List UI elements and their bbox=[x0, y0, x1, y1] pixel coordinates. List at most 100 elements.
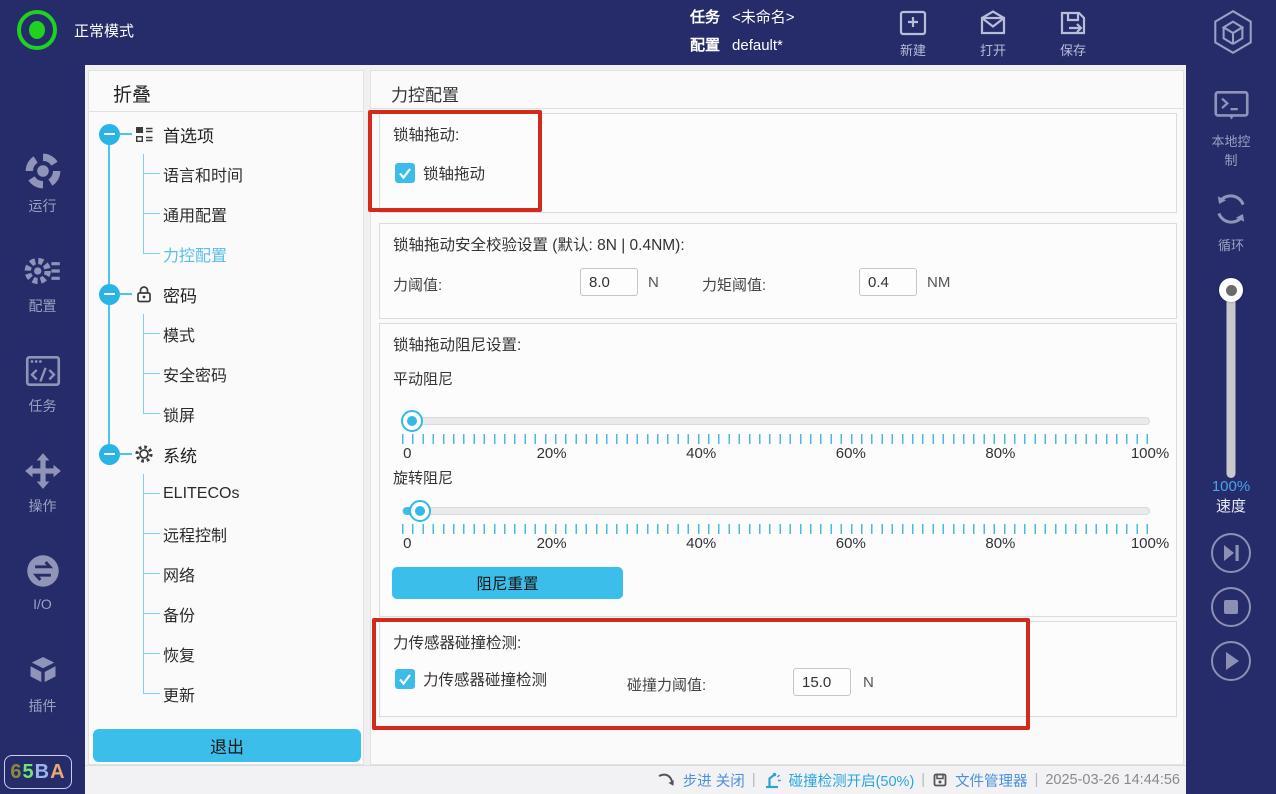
nav-item-label: 模式 bbox=[163, 322, 195, 346]
step-status[interactable]: 步进 关闭 bbox=[683, 770, 745, 791]
nav-item-remote-control[interactable]: 远程控制 bbox=[144, 514, 357, 554]
task-config-meta: 任务<未命名> 配置default* bbox=[690, 4, 795, 60]
local-control-button[interactable]: 本地控制 bbox=[1209, 87, 1254, 169]
tick-label: 60% bbox=[836, 535, 866, 552]
nav-item-update[interactable]: 更新 bbox=[144, 674, 357, 714]
tick-label: 0 bbox=[403, 445, 411, 462]
tree-node-system[interactable]: 系统 bbox=[89, 434, 197, 474]
save-file-icon bbox=[1045, 6, 1101, 40]
collision-threshold-input[interactable] bbox=[793, 668, 851, 696]
io-icon bbox=[0, 550, 85, 592]
sidebar-item-operate[interactable]: 操作 bbox=[0, 450, 85, 516]
section-damping: 锁轴拖动阻尼设置: 平动阻尼 0 20% 40% 60% 80% 100% 旋转… bbox=[379, 323, 1177, 617]
tick-label: 0 bbox=[403, 535, 411, 552]
save-label: 保存 bbox=[1060, 43, 1086, 58]
lock-icon bbox=[134, 284, 154, 304]
slider-dot bbox=[407, 416, 417, 426]
divider bbox=[371, 108, 1183, 109]
new-task-button[interactable]: 新建 bbox=[885, 6, 941, 59]
nav-item-general-config[interactable]: 通用配置 bbox=[144, 194, 357, 234]
collapse-title[interactable]: 折叠 bbox=[113, 80, 151, 107]
checkbox-checked-icon[interactable] bbox=[395, 163, 415, 183]
speed-slider-track[interactable] bbox=[1227, 288, 1236, 478]
local-control-label: 本地控制 bbox=[1211, 134, 1250, 168]
nav-item-lock-screen[interactable]: 锁屏 bbox=[144, 394, 357, 434]
collision-status[interactable]: 碰撞检测开启(50%) bbox=[789, 770, 915, 791]
sidebar-item-config[interactable]: 配置 bbox=[0, 250, 85, 316]
nav-item-elitecos[interactable]: ELITECOs bbox=[144, 474, 357, 514]
open-task-button[interactable]: 打开 bbox=[965, 6, 1021, 59]
new-file-icon bbox=[885, 6, 941, 40]
sidebar-item-plugin[interactable]: 插件 bbox=[0, 650, 85, 716]
step-forward-button[interactable] bbox=[1209, 531, 1253, 580]
checkbox-checked-icon[interactable] bbox=[395, 669, 415, 689]
tree-label: 密码 bbox=[163, 282, 197, 307]
slider-dot bbox=[415, 506, 425, 516]
sidebar-item-task[interactable]: 任务 bbox=[0, 350, 85, 416]
collapse-node-icon[interactable] bbox=[99, 124, 120, 145]
timestamp: 2025-03-26 14:44:56 bbox=[1045, 772, 1180, 788]
section-lock-axis-drag: 锁轴拖动: 锁轴拖动 bbox=[379, 113, 1177, 213]
tick-label: 40% bbox=[686, 535, 716, 552]
tick-label: 80% bbox=[985, 445, 1015, 462]
section-safety-check: 锁轴拖动安全校验设置 (默认: 8N | 0.4NM): 力阈值: N 力矩阈值… bbox=[379, 223, 1177, 319]
nav-item-restore[interactable]: 恢复 bbox=[144, 634, 357, 674]
stop-button[interactable] bbox=[1209, 585, 1253, 634]
checkbox-label: 锁轴拖动 bbox=[423, 162, 485, 184]
rotation-damping-slider[interactable] bbox=[402, 507, 1150, 515]
speed-value: 100% bbox=[1212, 478, 1250, 495]
play-button[interactable] bbox=[1209, 639, 1253, 688]
save-task-button[interactable]: 保存 bbox=[1045, 6, 1101, 59]
tick-label: 40% bbox=[686, 445, 716, 462]
collapse-node-icon[interactable] bbox=[99, 284, 120, 305]
status-badge: 6 5 B A bbox=[4, 755, 72, 789]
force-threshold-input[interactable] bbox=[580, 268, 638, 296]
tree-children-preferences: 语言和时间 通用配置 力控配置 bbox=[143, 154, 357, 274]
mode-status-icon bbox=[17, 10, 57, 50]
operate-icon bbox=[0, 450, 85, 492]
nav-item-language-time[interactable]: 语言和时间 bbox=[144, 154, 357, 194]
damping-reset-button[interactable]: 阻尼重置 bbox=[392, 567, 623, 599]
mode-label: 正常模式 bbox=[74, 20, 134, 41]
status-bar: 步进 关闭 | 碰撞检测开启(50%) | 文件管理器 | 2025-03-26… bbox=[85, 765, 1186, 794]
nav-item-network[interactable]: 网络 bbox=[144, 554, 357, 594]
file-manager-icon bbox=[932, 772, 948, 788]
speed-slider[interactable] bbox=[1219, 278, 1243, 478]
sidebar-item-io[interactable]: I/O bbox=[0, 550, 85, 612]
file-manager-link[interactable]: 文件管理器 bbox=[955, 770, 1028, 791]
collision-detection-checkbox[interactable]: 力传感器碰撞检测 bbox=[395, 668, 547, 690]
translation-damping-slider[interactable] bbox=[402, 417, 1150, 425]
nav-item-safety-password[interactable]: 安全密码 bbox=[144, 354, 357, 394]
tick-label: 100% bbox=[1131, 445, 1169, 462]
task-label: 任务 bbox=[690, 9, 720, 26]
local-control-icon bbox=[1209, 87, 1254, 127]
tree-node-preferences[interactable]: 首选项 bbox=[89, 114, 214, 154]
nav-item-backup[interactable]: 备份 bbox=[144, 594, 357, 634]
nav-item-label: 更新 bbox=[163, 682, 195, 706]
task-value: <未命名> bbox=[732, 9, 795, 26]
tree-node-password[interactable]: 密码 bbox=[89, 274, 197, 314]
open-label: 打开 bbox=[980, 43, 1006, 58]
tree-children-system: ELITECOs 远程控制 网络 备份 恢复 更新 bbox=[143, 474, 357, 714]
loop-button[interactable]: 循环 bbox=[1209, 187, 1253, 254]
lock-axis-drag-checkbox[interactable]: 锁轴拖动 bbox=[395, 162, 485, 184]
io-label: I/O bbox=[33, 596, 52, 612]
translation-damping-handle[interactable] bbox=[401, 410, 423, 432]
separator: | bbox=[1035, 772, 1039, 788]
force-unit: N bbox=[648, 274, 659, 291]
task-label: 任务 bbox=[29, 398, 57, 414]
tick-label: 100% bbox=[1131, 535, 1169, 552]
torque-threshold-input[interactable] bbox=[859, 268, 917, 296]
config-label: 配置 bbox=[29, 298, 57, 314]
tick-label: 60% bbox=[836, 445, 866, 462]
speed-slider-handle[interactable] bbox=[1219, 278, 1243, 302]
tick-label: 80% bbox=[985, 535, 1015, 552]
sidebar-item-run[interactable]: 运行 bbox=[0, 150, 85, 216]
nav-item-mode[interactable]: 模式 bbox=[144, 314, 357, 354]
section-title: 锁轴拖动: bbox=[393, 123, 459, 145]
exit-button[interactable]: 退出 bbox=[93, 729, 361, 762]
collapse-node-icon[interactable] bbox=[99, 444, 120, 465]
rotation-damping-handle[interactable] bbox=[409, 500, 431, 522]
tree-label: 系统 bbox=[163, 442, 197, 467]
nav-item-force-control-config[interactable]: 力控配置 bbox=[144, 234, 357, 274]
